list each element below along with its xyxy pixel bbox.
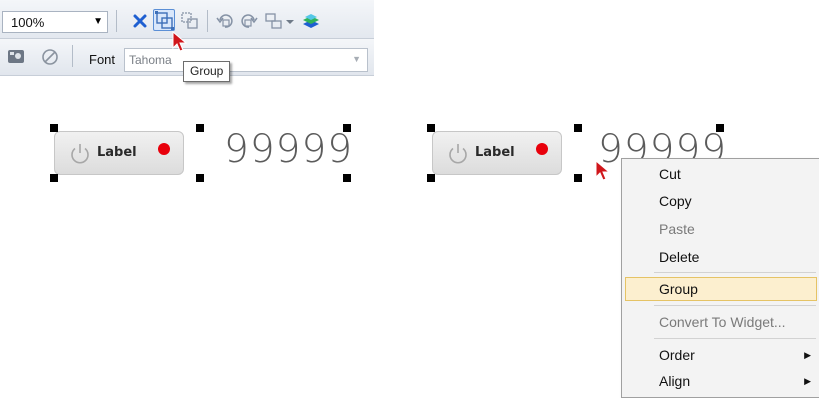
status-indicator xyxy=(158,143,170,155)
ungroup-icon[interactable] xyxy=(179,10,201,32)
image-icon[interactable] xyxy=(6,46,28,68)
align-icon[interactable] xyxy=(263,10,285,32)
selection-handle[interactable] xyxy=(716,124,724,132)
tooltip: Group xyxy=(183,61,231,82)
selection-handle[interactable] xyxy=(196,124,204,132)
menu-separator xyxy=(654,272,816,273)
mouse-cursor-icon xyxy=(172,31,188,52)
selection-handle[interactable] xyxy=(427,124,435,132)
group-icon[interactable] xyxy=(153,9,175,31)
switch-label: Label xyxy=(97,145,137,160)
switch-widget-left[interactable]: Label xyxy=(54,131,184,175)
selection-handle[interactable] xyxy=(574,174,582,182)
font-family-select[interactable]: Tahoma ▼ xyxy=(124,48,368,72)
chevron-down-icon: ▼ xyxy=(93,16,103,27)
rotate-right-icon[interactable] xyxy=(238,10,260,32)
font-label: Font xyxy=(89,52,116,67)
menu-separator xyxy=(654,305,816,306)
toolbar-separator xyxy=(116,10,117,32)
menu-item-label: Cut xyxy=(659,166,681,182)
submenu-arrow-icon: ▶ xyxy=(804,376,811,386)
menu-item-paste[interactable]: Paste xyxy=(625,217,817,241)
menu-item-group[interactable]: Group xyxy=(625,277,817,301)
selection-handle[interactable] xyxy=(196,174,204,182)
selection-handle[interactable] xyxy=(50,124,58,132)
status-indicator xyxy=(536,143,548,155)
menu-item-label: Delete xyxy=(659,249,700,265)
toolbar: 100% ▼ Font Tahoma ▼ Group xyxy=(0,0,374,82)
context-menu: Cut Copy Paste Delete Group Convert To W… xyxy=(621,158,819,398)
font-family-value: Tahoma xyxy=(129,53,172,67)
switch-label: Label xyxy=(475,145,515,160)
menu-separator xyxy=(654,338,816,339)
menu-item-convert-to-widget[interactable]: Convert To Widget... xyxy=(625,310,817,334)
zoom-value: 100% xyxy=(11,15,45,30)
submenu-arrow-icon: ▶ xyxy=(804,350,811,360)
menu-item-label: Paste xyxy=(659,221,695,237)
selection-handle[interactable] xyxy=(343,124,351,132)
switch-widget-right[interactable]: Label xyxy=(432,131,562,175)
selection-handle[interactable] xyxy=(50,174,58,182)
menu-item-label: Group xyxy=(659,281,698,297)
close-icon[interactable] xyxy=(129,10,151,32)
menu-item-align[interactable]: Align ▶ xyxy=(625,369,817,393)
menu-item-label: Order xyxy=(659,347,695,363)
disabled-icon[interactable] xyxy=(39,46,61,68)
rotate-left-icon[interactable] xyxy=(214,10,236,32)
chevron-down-icon: ▼ xyxy=(352,54,361,64)
toolbar-separator xyxy=(72,45,73,67)
menu-item-order[interactable]: Order ▶ xyxy=(625,343,817,367)
layer-order-icon[interactable] xyxy=(300,10,322,32)
menu-item-copy[interactable]: Copy xyxy=(625,189,817,213)
power-icon xyxy=(449,144,467,164)
toolbar-separator xyxy=(207,10,208,32)
align-dropdown-arrow-icon[interactable] xyxy=(284,10,296,32)
selection-handle[interactable] xyxy=(427,174,435,182)
numeric-display-left[interactable]: 99999 xyxy=(224,130,353,169)
power-icon xyxy=(71,144,89,164)
menu-item-cut[interactable]: Cut xyxy=(625,162,817,186)
mouse-cursor-icon xyxy=(595,160,611,181)
menu-item-label: Convert To Widget... xyxy=(659,314,786,330)
menu-item-label: Copy xyxy=(659,193,692,209)
selection-handle[interactable] xyxy=(574,124,582,132)
menu-item-label: Align xyxy=(659,373,691,389)
zoom-select[interactable]: 100% ▼ xyxy=(2,11,108,33)
menu-item-delete[interactable]: Delete xyxy=(625,245,817,269)
selection-handle[interactable] xyxy=(343,174,351,182)
